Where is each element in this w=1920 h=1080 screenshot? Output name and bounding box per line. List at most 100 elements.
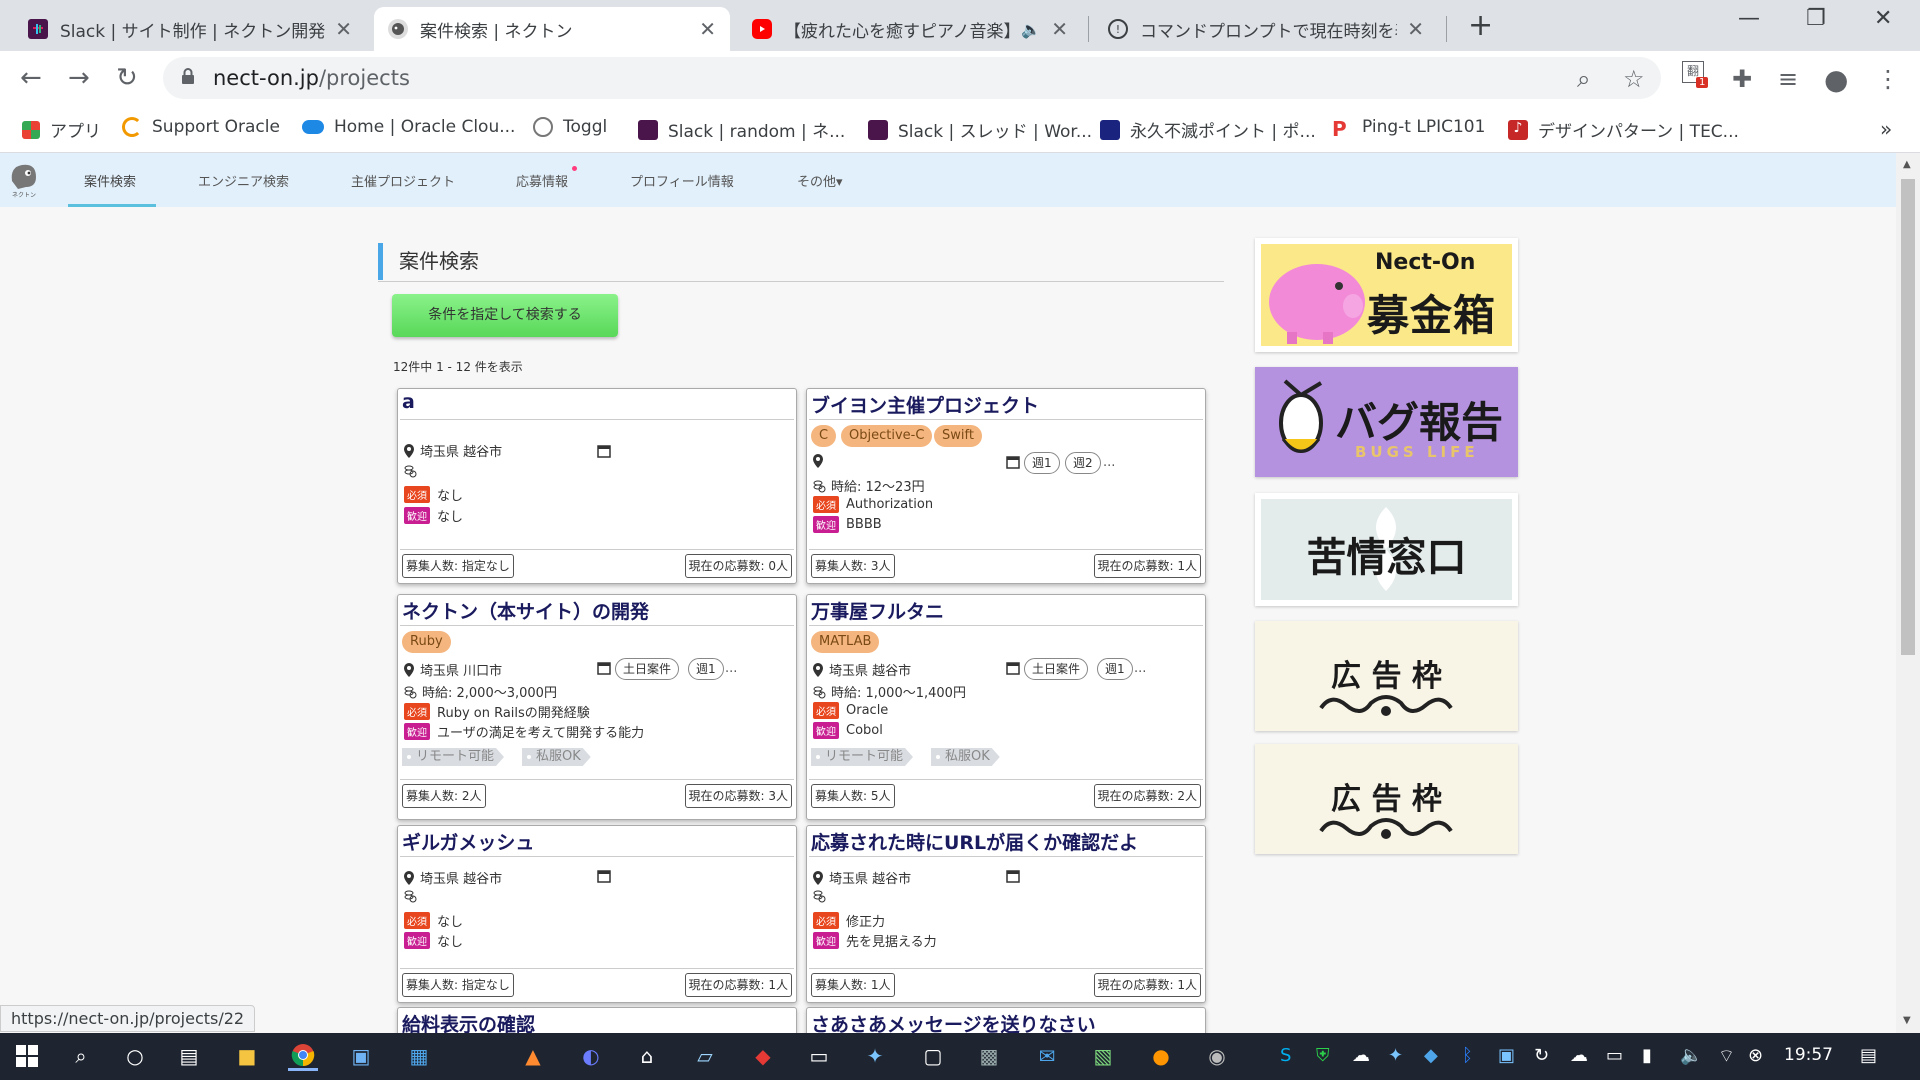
close-window-icon[interactable]: ✕ <box>1874 6 1892 31</box>
bookmark-slack-thread[interactable]: Slack | スレッド | Wor... <box>868 117 1092 142</box>
app-window-icon[interactable]: ▦ <box>404 1041 434 1071</box>
bug-report-banner[interactable]: バグ報告 BUGS LIFE <box>1255 367 1518 477</box>
taskbar-clock[interactable]: 19:57 <box>1784 1045 1833 1065</box>
scrollbar-thumb[interactable] <box>1901 179 1915 655</box>
display-icon[interactable]: ▭ <box>1606 1045 1623 1066</box>
back-arrow-icon[interactable]: ← <box>20 63 42 93</box>
bookmark-apps[interactable]: アプリ <box>22 117 101 142</box>
cloud-icon[interactable]: ☁ <box>1570 1045 1588 1066</box>
eclipse-icon[interactable]: ◐ <box>576 1041 606 1071</box>
file-explorer-icon[interactable]: ■ <box>232 1041 262 1071</box>
extension-translate-icon[interactable]: 翻 1 <box>1682 61 1712 95</box>
complaint-window-banner[interactable]: 苦情窓口 <box>1255 493 1518 606</box>
close-tab-icon[interactable]: ✕ <box>1407 17 1424 41</box>
wifi-icon[interactable]: ⌔ <box>1718 1045 1735 1068</box>
project-title[interactable]: ギルガメッシュ <box>402 828 534 855</box>
project-card[interactable]: さあさあメッセージを送りなさい <box>806 1007 1206 1033</box>
bookmark-ping-t[interactable]: P Ping-t LPIC101 <box>1332 117 1485 141</box>
project-title[interactable]: ネクトン（本サイト）の開発 <box>402 597 649 624</box>
no-connection-icon[interactable]: ⊗ <box>1748 1045 1763 1066</box>
onedrive-cloud-icon[interactable]: ☁ <box>1352 1045 1370 1066</box>
notepad-icon[interactable]: ▱ <box>690 1041 720 1071</box>
bookmark-oracle-cloud[interactable]: Home | Oracle Clou... <box>302 117 515 137</box>
firefox-icon[interactable]: ● <box>1146 1041 1176 1071</box>
windows-start-icon[interactable] <box>12 1041 42 1071</box>
project-card[interactable]: a 埼玉県 越谷市 必須 なし 歓迎 なし 募集人数: 指定なし 現在の応募数: 0… <box>397 388 797 584</box>
network-app-icon[interactable]: ▩ <box>974 1041 1004 1071</box>
nav-project-search[interactable]: 案件検索 <box>84 171 136 190</box>
shield-icon[interactable]: ⛨ <box>1316 1045 1330 1066</box>
kebab-menu-icon[interactable]: ⋮ <box>1876 65 1900 93</box>
project-title[interactable]: a <box>402 391 415 413</box>
tray-app-icon[interactable]: ✦ <box>1388 1045 1403 1066</box>
tab-youtube[interactable]: 【疲れた心を癒すピアノ音楽】天 🔈 ✕ <box>738 7 1082 51</box>
scroll-down-arrow-icon[interactable]: ▼ <box>1903 1015 1911 1026</box>
project-card[interactable]: 応募された時にURLが届くか確認だよ 埼玉県 越谷市 必須 修正力 歓迎 先を見据え… <box>806 825 1206 1003</box>
store-bag-icon[interactable]: ▣ <box>346 1041 376 1071</box>
tab-slack-site[interactable]: Slack | サイト制作 | ネクトン開発 ✕ <box>14 7 366 51</box>
project-card[interactable]: ブイヨン主催プロジェクト C Objective-C Swift 週1 週2 .… <box>806 388 1206 584</box>
dropbox-icon[interactable]: ◆ <box>1424 1045 1438 1066</box>
nekton-app-icon[interactable]: ◉ <box>1202 1041 1232 1071</box>
address-bar[interactable]: nect-on.jp/projects ⌕ ☆ <box>163 57 1661 99</box>
mail-icon[interactable]: ✉ <box>1032 1041 1062 1071</box>
tab-command-prompt[interactable]: ! コマンドプロンプトで現在時刻を表示 ✕ <box>1094 7 1438 51</box>
nav-hosted-projects[interactable]: 主催プロジェクト <box>351 171 455 190</box>
project-card[interactable]: ギルガメッシュ 埼玉県 越谷市 必須 なし 歓迎 なし 募集人数: 指定なし 現在の… <box>397 825 797 1003</box>
new-tab-plus-icon[interactable]: + <box>1468 8 1493 43</box>
bookmark-slack-random[interactable]: Slack | random | ネ... <box>638 117 845 142</box>
volume-icon[interactable]: 🔈 <box>1680 1045 1702 1066</box>
donation-box-banner[interactable]: Nect-On 募金箱 <box>1255 238 1518 352</box>
minimize-icon[interactable]: — <box>1738 6 1760 31</box>
home-icon[interactable]: ⌂ <box>632 1041 662 1071</box>
close-tab-icon[interactable]: ✕ <box>699 17 716 41</box>
page-scrollbar[interactable]: ▲ ▼ <box>1896 153 1920 1033</box>
filezilla-icon[interactable]: ◆ <box>748 1041 778 1071</box>
nav-other-dropdown[interactable]: その他▾ <box>797 171 843 190</box>
chrome-icon[interactable] <box>288 1041 318 1071</box>
bookmark-star-icon[interactable]: ☆ <box>1623 65 1645 93</box>
tab-project-search[interactable]: 案件検索 | ネクトン ✕ <box>374 7 730 51</box>
search-icon[interactable]: ⌕ <box>66 1041 96 1071</box>
task-view-icon[interactable]: ▤ <box>174 1041 204 1071</box>
input-method-icon[interactable]: ▣ <box>1498 1045 1515 1066</box>
speaker-icon[interactable]: 🔈 <box>1021 20 1041 39</box>
close-tab-icon[interactable]: ✕ <box>335 17 352 41</box>
restore-icon[interactable]: ❐ <box>1806 6 1826 31</box>
cortana-circle-icon[interactable]: ○ <box>120 1041 150 1071</box>
scroll-up-arrow-icon[interactable]: ▲ <box>1903 159 1911 170</box>
close-tab-icon[interactable]: ✕ <box>1051 17 1068 41</box>
bookmark-support-oracle[interactable]: Support Oracle <box>122 117 280 137</box>
terminal-icon[interactable]: ▭ <box>804 1041 834 1071</box>
ad-slot-banner[interactable]: 広 告 枠 <box>1255 744 1518 854</box>
bluetooth-icon[interactable]: ᛒ <box>1462 1045 1473 1066</box>
reload-icon[interactable]: ↻ <box>116 63 138 93</box>
media-playlist-icon[interactable]: ≡ <box>1778 65 1798 93</box>
nav-engineer-search[interactable]: エンジニア検索 <box>198 171 289 190</box>
project-card[interactable]: 万事屋フルタニ MATLAB 埼玉県 越谷市 土日案件 週1 ... 時給: 1… <box>806 594 1206 820</box>
matlab-icon[interactable]: ▲ <box>518 1041 548 1071</box>
nav-application-info[interactable]: 応募情報 <box>516 171 568 190</box>
ad-slot-banner[interactable]: 広 告 枠 <box>1255 621 1518 731</box>
profile-avatar-icon[interactable]: ● <box>1824 63 1848 96</box>
project-card[interactable]: ネクトン（本サイト）の開発 Ruby 埼玉県 川口市 土日案件 週1 ... 時… <box>397 594 797 820</box>
project-title[interactable]: 給料表示の確認 <box>402 1010 535 1033</box>
sync-icon[interactable]: ↻ <box>1534 1045 1549 1066</box>
action-center-icon[interactable]: ▤ <box>1860 1045 1877 1066</box>
puzzle-app-icon[interactable]: ✦ <box>860 1041 890 1071</box>
teams-app-icon[interactable]: ▧ <box>1088 1041 1118 1071</box>
bookmarks-overflow-chevron-icon[interactable]: » <box>1880 117 1892 141</box>
editor-app-icon[interactable]: ▢ <box>918 1041 948 1071</box>
nav-profile-info[interactable]: プロフィール情報 <box>630 171 734 190</box>
project-title[interactable]: さあさあメッセージを送りなさい <box>811 1010 1096 1033</box>
battery-icon[interactable]: ▮ <box>1642 1045 1652 1066</box>
project-card[interactable]: 給料表示の確認 <box>397 1007 797 1033</box>
puzzle-extensions-icon[interactable]: ✚ <box>1732 65 1752 93</box>
project-title[interactable]: 応募された時にURLが届くか確認だよ <box>811 828 1138 855</box>
zoom-icon[interactable]: ⌕ <box>1577 65 1590 93</box>
bookmark-eien-point[interactable]: 永久不滅ポイント | ポ... <box>1100 117 1316 142</box>
project-title[interactable]: 万事屋フルタニ <box>811 597 944 624</box>
bookmark-toggl[interactable]: Toggl <box>533 117 607 137</box>
nekton-logo-icon[interactable]: ネクトン <box>8 159 40 199</box>
bookmark-design-pattern[interactable]: ♪ デザインパターン | TEC... <box>1508 117 1739 142</box>
